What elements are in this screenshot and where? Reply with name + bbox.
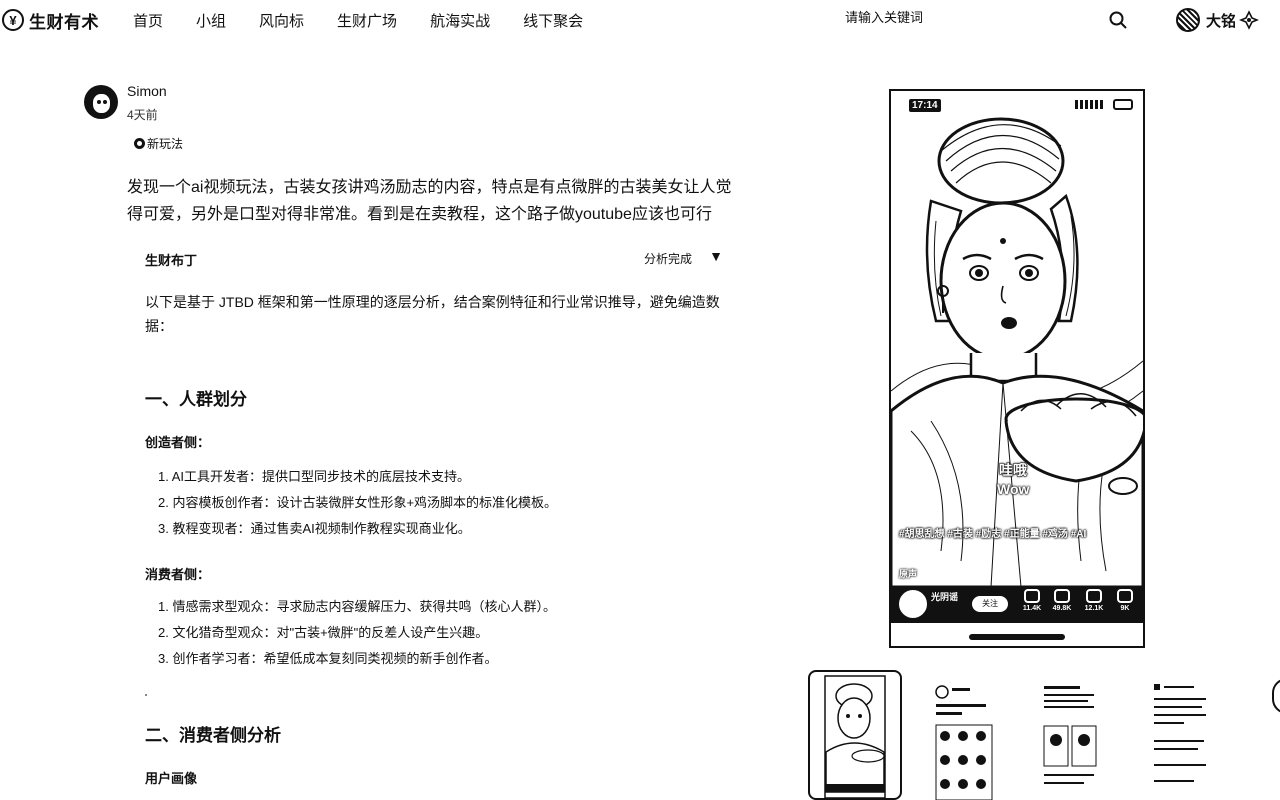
thumbnail-image (935, 685, 993, 800)
nav-item-groups[interactable]: 小组 (196, 10, 226, 31)
tag-icon (134, 138, 145, 149)
share-stat: 49.8K (1049, 589, 1075, 612)
nav-item-home[interactable]: 首页 (133, 10, 163, 31)
user-menu[interactable]: 大铭 (1176, 7, 1260, 33)
video-music: 原声 (899, 569, 918, 579)
list-item: 1. 情感需求型观众：寻求励志内容缓解压力、获得共鸣（核心人群）。 (158, 599, 556, 614)
like-count: 11.4K (1022, 605, 1042, 612)
share-count: 49.8K (1052, 605, 1072, 612)
nav-item-plaza[interactable]: 生财广场 (337, 10, 397, 31)
analysis-status: 分析完成 (643, 252, 692, 266)
ai-analysis-header: 生财布丁 分析完成 ▼ (145, 248, 725, 270)
post-time: 4天前 (127, 108, 158, 122)
ai-assistant-name: 生财布丁 (145, 253, 198, 268)
channel-name: 光阴谣 (931, 592, 959, 602)
phone-time: 17:14 (909, 99, 941, 112)
post-content: 发现一个ai视频玩法，古装女孩讲鸡汤励志的内容，特点是有点微胖的古装美女让人觉得… (127, 179, 732, 223)
main-nav: 首页 小组 风向标 生财广场 航海实战 线下聚会 (133, 0, 616, 40)
nav-item-trends[interactable]: 风向标 (259, 10, 304, 31)
list-item: 3. 创作者学习者：希望低成本复刻同类视频的新手创作者。 (158, 651, 498, 666)
consumer-list: 1. 情感需求型观众：寻求励志内容缓解压力、获得共鸣（核心人群）。 2. 文化猎… (158, 594, 556, 672)
author-avatar[interactable] (84, 85, 118, 119)
comment-count: 9K (1120, 605, 1130, 612)
signal-icon (1075, 100, 1105, 109)
thumbnail-selected[interactable] (808, 670, 902, 800)
phone-home-indicator (969, 634, 1065, 640)
list-item: 2. 内容模板创作者：设计古装微胖女性形象+鸡汤脚本的标准化模板。 (158, 495, 558, 510)
like-stat: 11.4K (1019, 589, 1045, 612)
battery-icon (1113, 99, 1133, 110)
list-item: 3. 教程变现者：通过售卖AI视频制作教程实现商业化。 (158, 521, 471, 536)
next-image-button[interactable] (1272, 678, 1280, 714)
nav-item-meetups[interactable]: 线下聚会 (523, 10, 583, 31)
share-icon (1054, 589, 1070, 603)
brand-logo-icon (1239, 10, 1260, 30)
thumbnail-3[interactable] (1040, 670, 1100, 800)
creator-side-title: 创造者侧： (145, 435, 211, 450)
video-caption-cn: 哇哦 (999, 462, 1028, 479)
site-logo[interactable]: ¥ 生财有术 (2, 6, 99, 34)
thumbs-up-icon (1024, 589, 1040, 603)
comment-stat: 9K (1112, 589, 1138, 612)
favorite-count: 12.1K (1084, 605, 1104, 612)
favorite-stat: 12.1K (1081, 589, 1107, 612)
consumer-side-title: 消费者侧： (145, 567, 211, 582)
phone-status-bar: 17:14 (891, 91, 1143, 117)
thumbnail-4[interactable] (1150, 670, 1212, 800)
thumbnail-image (824, 675, 886, 798)
thumbnail-2[interactable] (930, 670, 996, 800)
list-item: 1. AI工具开发者：提供口型同步技术的底层技术支持。 (158, 469, 471, 484)
user-name[interactable]: 大铭 (1206, 10, 1236, 31)
search-icon[interactable] (1108, 10, 1128, 30)
image-preview[interactable]: 17:14 哇哦 Wow #胡思乱想 #古装 #励志 #正能量 #鸡汤 #AI … (889, 89, 1145, 648)
heart-icon (1086, 589, 1102, 603)
video-description: #胡思乱想 #古装 #励志 #正能量 #鸡汤 #AI (899, 529, 1087, 540)
section-heading-consumer-analysis: 二、消费者侧分析 (145, 726, 281, 745)
logo-mark-icon: ¥ (2, 9, 24, 31)
channel-avatar (899, 590, 927, 618)
thumbnail-image (1043, 686, 1097, 784)
search-bar (845, 9, 1130, 31)
tag-label: 新玩法 (147, 137, 184, 151)
illustration-image (891, 117, 1143, 589)
post-tag[interactable]: 新玩法 (134, 135, 183, 152)
logo-text: 生财有术 (29, 12, 99, 32)
analysis-intro: 以下是基于 JTBD 框架和第一性原理的逐层分析，结合案例特征和行业常识推导，避… (145, 294, 720, 334)
search-input[interactable] (845, 10, 1085, 25)
user-persona-title: 用户画像 (145, 771, 198, 786)
comment-icon (1117, 589, 1133, 603)
collapse-toggle-icon[interactable]: ▼ (709, 248, 723, 264)
video-action-bar: 光阴谣 关注 11.4K 49.8K 12.1K 9K (891, 587, 1143, 623)
follow-button: 关注 (972, 596, 1008, 612)
top-navbar: ¥ 生财有术 首页 小组 风向标 生财广场 航海实战 线下聚会 大铭 (0, 0, 1280, 40)
video-caption-en: Wow (997, 481, 1030, 497)
nav-item-voyage[interactable]: 航海实战 (430, 10, 490, 31)
thumbnail-image (1154, 684, 1206, 782)
author-name[interactable]: Simon (127, 83, 167, 99)
list-item: 2. 文化猎奇型观众：对"古装+微胖"的反差人设产生兴趣。 (158, 625, 489, 640)
section-heading-segmentation: 一、人群划分 (145, 390, 247, 409)
creator-list: 1. AI工具开发者：提供口型同步技术的底层技术支持。 2. 内容模板创作者：设… (158, 464, 557, 542)
user-avatar[interactable] (1176, 8, 1200, 32)
divider-dot (145, 694, 147, 696)
